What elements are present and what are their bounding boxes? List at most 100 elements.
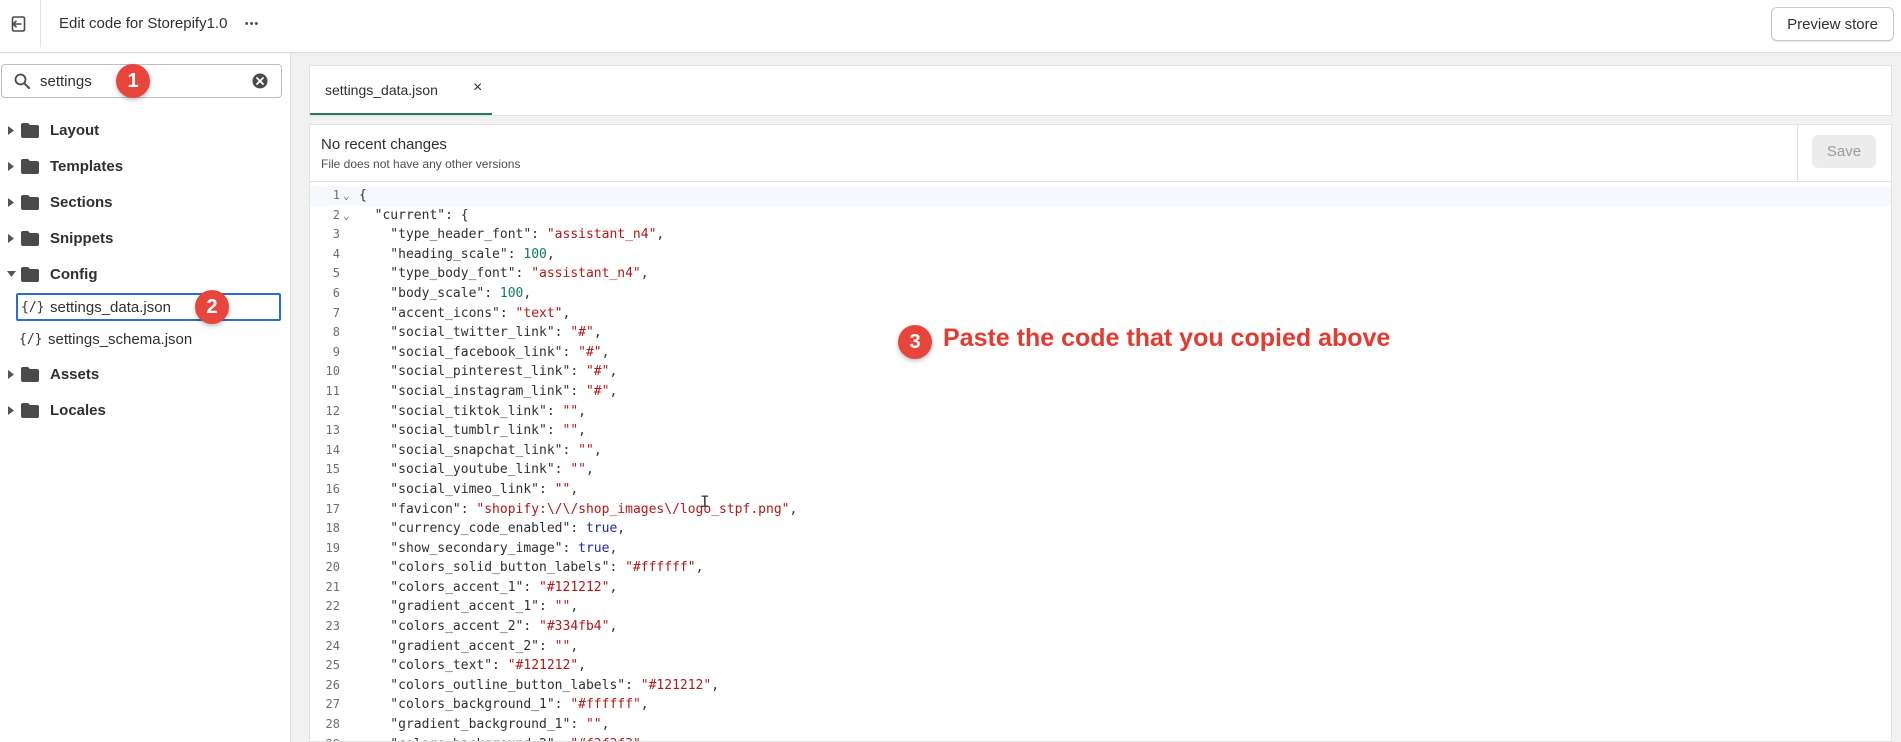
code-line[interactable]: 14 "social_snapchat_link": "", (310, 441, 1891, 461)
clear-search-icon[interactable] (251, 72, 269, 90)
code-token: "" (554, 638, 571, 654)
code-line[interactable]: 2 ⌄ "current": { (310, 206, 1891, 226)
line-number: 8 (332, 325, 340, 340)
fold-chevron-icon[interactable]: ⌄ (343, 186, 350, 206)
folder-label: Snippets (50, 229, 114, 247)
folder-locales[interactable]: Locales (0, 396, 285, 424)
code-line[interactable]: 18 "currency_code_enabled": true, (310, 519, 1891, 539)
code-text: "type_body_font": "assistant_n4", (359, 264, 648, 284)
code-text: "social_snapchat_link": "", (359, 441, 601, 461)
save-button[interactable]: Save (1812, 135, 1876, 168)
code-line[interactable]: 11 "social_instagram_link": "#", (310, 382, 1891, 402)
code-token: "type_body_font": (359, 266, 532, 282)
folder-layout[interactable]: Layout (0, 116, 285, 144)
code-token: , (609, 364, 618, 380)
code-token: "social_youtube_link": (359, 462, 571, 478)
code-line[interactable]: 12 "social_tiktok_link": "", (310, 402, 1891, 422)
file-settings-data[interactable]: {/} settings_data.json (16, 293, 281, 321)
code-line[interactable]: 13 "social_tumblr_link": "", (310, 421, 1891, 441)
code-line[interactable]: 16 "social_vimeo_link": "", (310, 480, 1891, 500)
line-number: 10 (325, 364, 340, 379)
code-line[interactable]: 20 "colors_solid_button_labels": "#fffff… (310, 558, 1891, 578)
code-line[interactable]: 27 "colors_background_1": "#ffffff", (310, 695, 1891, 715)
code-token: , (609, 579, 618, 595)
code-token: "show_secondary_image": (359, 540, 579, 556)
line-number: 1 (332, 188, 340, 202)
code-line[interactable]: 26 "colors_outline_button_labels": "#121… (310, 676, 1891, 696)
code-token: "" (578, 442, 594, 458)
page-title: Edit code for Storepify1.0 (59, 15, 228, 32)
code-line[interactable]: 29 "colors_background_2": "#f3f3f3", (310, 735, 1891, 741)
code-text: "colors_background_1": "#ffffff", (359, 695, 648, 715)
folder-templates[interactable]: Templates (0, 152, 285, 180)
preview-store-button[interactable]: Preview store (1771, 7, 1894, 41)
code-line[interactable]: 17 "favicon": "shopify:\/\/shop_images\/… (310, 500, 1891, 520)
code-token: , (578, 658, 586, 674)
code-line[interactable]: 1 ⌄ { (310, 186, 1891, 206)
code-token: , (609, 540, 618, 556)
code-area[interactable]: 1 ⌄ {2 ⌄ "current": {3 "type_header_font": … (310, 186, 1891, 741)
code-line[interactable]: 6 "body_scale": 100, (310, 284, 1891, 304)
folder-icon (21, 122, 39, 138)
code-token: , (578, 403, 586, 419)
code-token: { (359, 188, 367, 203)
code-line[interactable]: 22 "gradient_accent_1": "", (310, 597, 1891, 617)
code-line[interactable]: 4 "heading_scale": 100, (310, 245, 1891, 265)
folder-label: Locales (50, 401, 106, 419)
code-line[interactable]: 24 "gradient_accent_2": "", (310, 637, 1891, 657)
code-text: "heading_scale": 100, (359, 245, 554, 265)
code-text: "social_instagram_link": "#", (359, 382, 617, 402)
folder-label: Templates (50, 157, 124, 175)
code-line[interactable]: 7 "accent_icons": "text", (310, 304, 1891, 324)
code-line[interactable]: 23 "colors_accent_2": "#334fb4", (310, 617, 1891, 637)
line-number: 7 (332, 305, 340, 320)
code-line[interactable]: 21 "colors_accent_1": "#121212", (310, 578, 1891, 598)
code-line[interactable]: 19 "show_secondary_image": true, (310, 539, 1891, 559)
code-text: "social_youtube_link": "", (359, 460, 594, 480)
line-number: 29 (310, 735, 340, 741)
code-token: , (656, 227, 665, 243)
code-token: "colors_accent_2": (359, 619, 540, 635)
folder-sections[interactable]: Sections (0, 188, 285, 216)
exit-icon (11, 15, 26, 32)
code-text: "gradient_accent_2": "", (359, 637, 578, 657)
code-line[interactable]: 28 "gradient_background_1": "", (310, 715, 1891, 735)
line-number: 25 (325, 658, 340, 673)
code-token: "gradient_accent_1": (359, 599, 555, 615)
code-text: "current": { (359, 206, 469, 226)
editor-header: No recent changes File does not have any… (310, 125, 1891, 182)
close-tab-icon[interactable]: × (473, 79, 482, 97)
top-bar: Edit code for Storepify1.0 ••• Preview s… (0, 0, 1901, 53)
code-line[interactable]: 5 "type_body_font": "assistant_n4", (310, 264, 1891, 284)
code-text: "colors_accent_1": "#121212", (359, 578, 617, 598)
code-token: "" (554, 599, 571, 615)
code-line[interactable]: 25 "colors_text": "#121212", (310, 656, 1891, 676)
folder-assets[interactable]: Assets (0, 360, 285, 388)
code-text: "colors_solid_button_labels": "#ffffff", (359, 558, 703, 578)
tab-settings-data[interactable]: settings_data.json × (310, 66, 492, 115)
code-token: , (593, 325, 602, 341)
line-number: 11 (325, 383, 340, 398)
folder-config[interactable]: Config (0, 260, 285, 288)
code-text: "currency_code_enabled": true, (359, 519, 625, 539)
folder-label: Sections (50, 193, 113, 211)
file-label: settings_data.json (50, 298, 171, 316)
code-token: "social_snapchat_link": (359, 442, 579, 458)
code-token: , (578, 423, 586, 439)
code-line[interactable]: 3 "type_header_font": "assistant_n4", (310, 225, 1891, 245)
code-token: , (562, 305, 571, 321)
caret-right-icon (6, 233, 16, 243)
code-line[interactable]: 10 "social_pinterest_link": "#", (310, 362, 1891, 382)
file-settings-schema[interactable]: {/} settings_schema.json (16, 325, 281, 353)
exit-editor-button[interactable] (0, 0, 41, 47)
code-token: "#ffffff" (625, 560, 696, 576)
line-number: 20 (325, 560, 340, 575)
more-icon: ••• (244, 18, 260, 30)
more-actions-button[interactable]: ••• (240, 12, 264, 36)
folder-snippets[interactable]: Snippets (0, 224, 285, 252)
code-line[interactable]: 15 "social_youtube_link": "", (310, 460, 1891, 480)
code-token: "colors_text": (359, 658, 508, 674)
fold-chevron-icon[interactable]: ⌄ (343, 206, 350, 226)
line-number: 14 (325, 442, 340, 457)
version-status-subtitle: File does not have any other versions (321, 157, 521, 171)
